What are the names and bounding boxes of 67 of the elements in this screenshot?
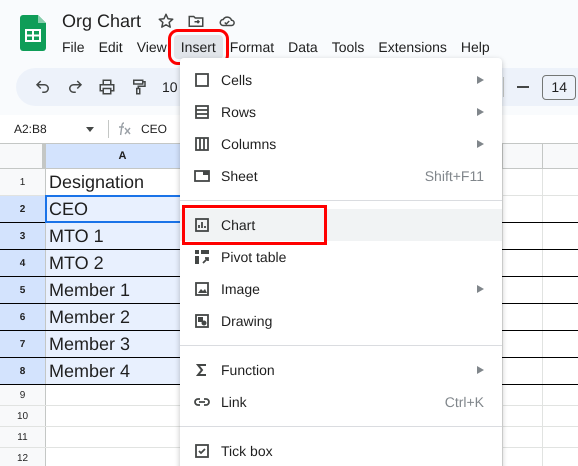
image-icon [194, 281, 210, 297]
menu-bar-item[interactable]: Format [222, 35, 282, 59]
row-header[interactable]: 2 [0, 196, 46, 222]
redo-icon[interactable] [66, 78, 84, 96]
menu-bar-item[interactable]: Help [454, 35, 497, 59]
column-header[interactable] [502, 144, 543, 168]
menu-item[interactable]: Link Ctrl+K [180, 386, 502, 418]
sheets-logo-icon[interactable] [20, 15, 46, 51]
shortcut-label: Shift+F11 [424, 166, 484, 186]
row-header[interactable]: 8 [0, 358, 46, 384]
chart-icon [194, 217, 210, 233]
empty-cell[interactable] [502, 385, 543, 405]
row-header[interactable]: 1 [0, 169, 46, 195]
submenu-arrow-icon [477, 76, 484, 84]
zoom-value[interactable]: 10 [162, 76, 178, 98]
row-header[interactable]: 12 [0, 448, 46, 466]
menu-bar-item[interactable]: Extensions [371, 35, 454, 59]
menu-bar-item[interactable]: View [130, 35, 174, 59]
submenu-arrow-icon [477, 140, 484, 148]
shortcut-label: Ctrl+K [444, 392, 484, 412]
print-icon[interactable] [98, 78, 116, 96]
menu-bar-item[interactable]: Tools [324, 35, 372, 59]
undo-icon[interactable] [34, 78, 52, 96]
checkbox-icon [194, 443, 210, 459]
submenu-arrow-icon [477, 108, 484, 116]
row-header[interactable]: 5 [0, 277, 46, 303]
row-header[interactable]: 7 [0, 331, 46, 357]
font-size-field[interactable]: 14 [542, 74, 576, 100]
pivot-table-icon [194, 249, 210, 265]
menu-bar-item[interactable]: Insert [174, 35, 223, 59]
row-header[interactable]: 3 [0, 223, 46, 249]
menu-bar-item[interactable]: Data [281, 35, 325, 59]
row-header[interactable]: 4 [0, 250, 46, 276]
empty-cell[interactable] [502, 427, 543, 447]
formula-content[interactable]: CEO [141, 120, 168, 138]
menu-bar-item[interactable]: Edit [92, 35, 130, 59]
empty-cell[interactable] [502, 406, 543, 426]
submenu-arrow-icon [477, 366, 484, 374]
empty-cell[interactable] [502, 250, 543, 276]
empty-cell[interactable] [502, 331, 543, 357]
empty-cell[interactable] [502, 223, 543, 249]
drawing-icon [194, 313, 210, 329]
sheet-icon [194, 168, 210, 184]
row-header[interactable]: 9 [0, 385, 46, 405]
columns-icon [194, 136, 210, 152]
empty-cell[interactable] [502, 277, 543, 303]
caret-icon[interactable] [86, 126, 94, 132]
menu-item[interactable]: Tick box [180, 435, 502, 466]
empty-cell[interactable] [502, 448, 543, 466]
rows-icon [194, 104, 210, 120]
empty-cell[interactable] [502, 169, 543, 195]
submenu-arrow-icon [477, 285, 484, 293]
row-header[interactable]: 11 [0, 427, 46, 447]
paint-format-icon[interactable] [130, 78, 148, 96]
menu-item[interactable]: Cells [180, 64, 502, 96]
empty-cell[interactable] [502, 196, 543, 222]
row-header[interactable]: 6 [0, 304, 46, 330]
empty-cell[interactable] [502, 304, 543, 330]
function-icon [117, 122, 133, 136]
star-icon[interactable] [157, 12, 176, 30]
cells-icon [194, 72, 210, 88]
menu-item[interactable]: Rows [180, 96, 502, 128]
name-box[interactable]: A2:B8 [14, 120, 47, 138]
menu-bar-item[interactable]: File [55, 35, 92, 59]
empty-cell[interactable] [502, 358, 543, 384]
document-title[interactable]: Org Chart [62, 8, 142, 34]
row-header[interactable]: 10 [0, 406, 46, 426]
